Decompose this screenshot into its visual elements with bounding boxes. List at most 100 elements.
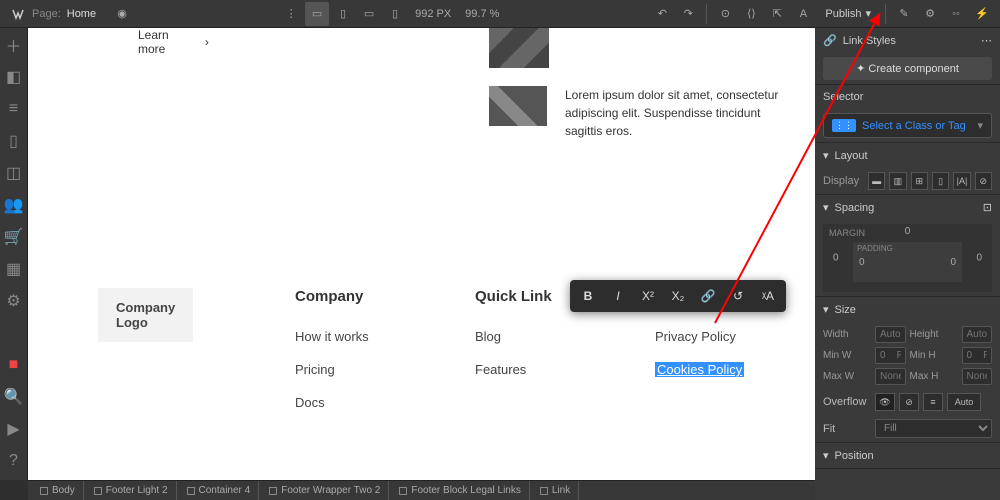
overflow-visible-button[interactable]: 👁 bbox=[875, 393, 895, 411]
preview-icon[interactable]: ◉ bbox=[110, 2, 134, 26]
record-icon[interactable]: ■ bbox=[3, 354, 25, 376]
tool-icon[interactable]: ⋮ bbox=[279, 2, 303, 26]
clear-format-button[interactable]: ᵡA bbox=[754, 284, 782, 308]
company-logo: Company Logo bbox=[98, 288, 193, 342]
text-format-toolbar: B I X² X₂ 🔗 ↺ ᵡA bbox=[570, 280, 786, 312]
brush-icon[interactable]: ✎ bbox=[892, 2, 916, 26]
page-name[interactable]: Home bbox=[67, 8, 96, 20]
code-icon[interactable]: ⟨⟩ bbox=[739, 2, 763, 26]
tablet-breakpoint-icon[interactable]: ▯ bbox=[331, 2, 355, 26]
ecommerce-icon[interactable]: 🛒 bbox=[3, 226, 25, 248]
add-element-icon[interactable]: ＋ bbox=[3, 34, 25, 56]
desktop-breakpoint-icon[interactable]: ▭ bbox=[305, 2, 329, 26]
article-thumbnail bbox=[489, 86, 547, 126]
chevron-down-icon[interactable]: ▾ bbox=[977, 119, 983, 132]
undo-icon[interactable]: ↶ bbox=[650, 2, 674, 26]
spacing-section-header[interactable]: ▾ Spacing⊡ bbox=[815, 195, 1000, 220]
size-section-header[interactable]: ▾ Size bbox=[815, 297, 1000, 322]
navigator-icon[interactable]: ≡ bbox=[3, 98, 25, 120]
crumb-footer-light[interactable]: Footer Light 2 bbox=[86, 481, 177, 500]
more-icon[interactable]: ⋯ bbox=[981, 34, 992, 47]
fit-label: Fit bbox=[823, 423, 871, 435]
video-icon[interactable]: ▶ bbox=[3, 418, 25, 440]
search-icon[interactable]: 🔍 bbox=[3, 386, 25, 408]
superscript-button[interactable]: X² bbox=[634, 284, 662, 308]
panel-header-link-styles: 🔗 Link Styles ⋯ bbox=[815, 28, 1000, 53]
footer-link-cookies[interactable]: Cookies Policy bbox=[655, 362, 795, 377]
settings-gear-icon[interactable]: ⚙ bbox=[918, 2, 942, 26]
fit-select[interactable]: Fill bbox=[875, 419, 992, 438]
overflow-auto-button[interactable]: Auto bbox=[947, 393, 981, 411]
maxh-input[interactable] bbox=[962, 368, 993, 385]
footer-heading: Company bbox=[295, 288, 435, 305]
publish-button[interactable]: Publish ▾ bbox=[817, 7, 879, 20]
crumb-link[interactable]: Link bbox=[532, 481, 579, 500]
display-none-button[interactable]: ⊘ bbox=[975, 172, 992, 190]
crumb-container[interactable]: Container 4 bbox=[179, 481, 260, 500]
help-icon[interactable]: ? bbox=[3, 450, 25, 472]
expand-icon[interactable]: ⊡ bbox=[983, 201, 992, 214]
display-grid-button[interactable]: ⊞ bbox=[911, 172, 928, 190]
footer-link-how[interactable]: How it works bbox=[295, 329, 435, 344]
pages-icon[interactable]: ▯ bbox=[3, 130, 25, 152]
assets-icon[interactable]: ▦ bbox=[3, 258, 25, 280]
left-toolbar: ＋ ◧ ≡ ▯ ◫ 👥 🛒 ▦ ⚙ ■ 🔍 ▶ ? bbox=[0, 28, 28, 480]
webflow-logo-icon[interactable] bbox=[6, 2, 30, 26]
learn-more-link[interactable]: Learn more › bbox=[138, 28, 209, 56]
zoom-level[interactable]: 99.7 % bbox=[465, 8, 499, 20]
height-input[interactable] bbox=[962, 326, 993, 343]
crumb-body[interactable]: Body bbox=[32, 481, 84, 500]
users-icon[interactable]: 👥 bbox=[3, 194, 25, 216]
bold-button[interactable]: B bbox=[574, 284, 602, 308]
article-row bbox=[489, 28, 795, 68]
maxw-input[interactable] bbox=[875, 368, 906, 385]
overflow-scroll-button[interactable]: ≡ bbox=[923, 393, 943, 411]
width-label: Width bbox=[823, 329, 871, 340]
subscript-button[interactable]: X₂ bbox=[664, 284, 692, 308]
selector-label: Selector bbox=[815, 85, 1000, 109]
style-panel: 🔗 Link Styles ⋯ ✦ Create component Selec… bbox=[815, 28, 1000, 500]
footer-link-docs[interactable]: Docs bbox=[295, 395, 435, 410]
overflow-hidden-button[interactable]: ⊘ bbox=[899, 393, 919, 411]
design-canvas[interactable]: Learn more › Lorem ipsum dolor sit amet,… bbox=[28, 28, 815, 480]
minh-label: Min H bbox=[910, 350, 958, 361]
mobile-breakpoint-icon[interactable]: ▯ bbox=[383, 2, 407, 26]
redo-icon[interactable]: ↷ bbox=[676, 2, 700, 26]
footer-link-pricing[interactable]: Pricing bbox=[295, 362, 435, 377]
audit-icon[interactable]: A bbox=[791, 2, 815, 26]
layout-section-header[interactable]: ▾ Layout bbox=[815, 143, 1000, 168]
footer-link-blog[interactable]: Blog bbox=[475, 329, 615, 344]
interactions-icon[interactable]: ⚡ bbox=[970, 2, 994, 26]
class-selector-input[interactable]: ⋮⋮ Select a Class or Tag ▾ bbox=[823, 113, 992, 138]
display-inline-button[interactable]: |A| bbox=[953, 172, 970, 190]
spacing-editor[interactable]: MARGIN 0 0 0 PADDING 0 0 bbox=[823, 224, 992, 292]
cms-icon[interactable]: ◫ bbox=[3, 162, 25, 184]
footer-col-company: Company How it works Pricing Docs bbox=[295, 288, 435, 428]
display-flex-button[interactable]: ▥ bbox=[889, 172, 906, 190]
crumb-footer-block[interactable]: Footer Block Legal Links bbox=[391, 481, 530, 500]
display-label: Display bbox=[823, 175, 864, 187]
wrap-button[interactable]: ↺ bbox=[724, 284, 752, 308]
canvas-width: 992 PX bbox=[415, 8, 451, 20]
minw-input[interactable] bbox=[875, 347, 906, 364]
height-label: Height bbox=[910, 329, 958, 340]
breadcrumb-bar: Body Footer Light 2 Container 4 Footer W… bbox=[28, 480, 815, 500]
italic-button[interactable]: I bbox=[604, 284, 632, 308]
export-icon[interactable]: ⇱ bbox=[765, 2, 789, 26]
comments-icon[interactable]: ⊙ bbox=[713, 2, 737, 26]
settings-left-icon[interactable]: ⚙ bbox=[3, 290, 25, 312]
display-inline-block-button[interactable]: ▯ bbox=[932, 172, 949, 190]
footer-link-features[interactable]: Features bbox=[475, 362, 615, 377]
minw-label: Min W bbox=[823, 350, 871, 361]
mobile-landscape-icon[interactable]: ▭ bbox=[357, 2, 381, 26]
minh-input[interactable] bbox=[962, 347, 993, 364]
create-component-button[interactable]: ✦ Create component bbox=[823, 57, 992, 80]
box-icon[interactable]: ◧ bbox=[3, 66, 25, 88]
link-button[interactable]: 🔗 bbox=[694, 284, 722, 308]
footer-link-privacy[interactable]: Privacy Policy bbox=[655, 329, 795, 344]
position-section-header[interactable]: ▾ Position bbox=[815, 443, 1000, 468]
crumb-footer-wrapper[interactable]: Footer Wrapper Two 2 bbox=[261, 481, 389, 500]
effects-icon[interactable]: ◦◦ bbox=[944, 2, 968, 26]
width-input[interactable] bbox=[875, 326, 906, 343]
display-block-button[interactable]: ▬ bbox=[868, 172, 885, 190]
